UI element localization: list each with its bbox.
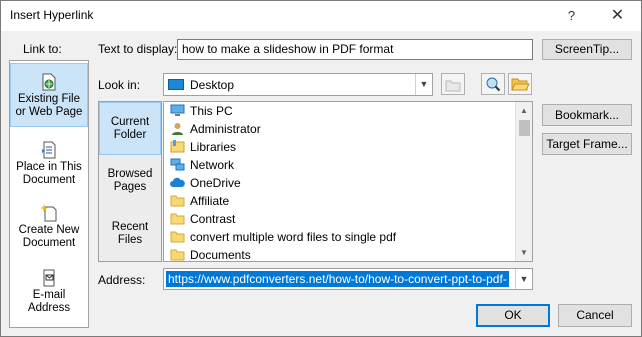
list-item[interactable]: Contrast xyxy=(168,210,508,228)
link-to-email-address[interactable]: E-mail Address xyxy=(10,263,88,327)
folder-icon xyxy=(170,212,185,225)
list-item[interactable]: Libraries xyxy=(168,138,508,156)
email-icon xyxy=(41,269,57,287)
look-in-label: Look in: xyxy=(98,78,141,92)
cancel-button[interactable]: Cancel xyxy=(558,304,632,327)
network-icon xyxy=(170,158,185,171)
text-to-display-input[interactable]: how to make a slideshow in PDF format xyxy=(177,39,533,60)
link-to-label-2: Place in This Document xyxy=(16,161,82,186)
scroll-up-icon[interactable]: ▲ xyxy=(516,102,532,119)
folder-up-icon xyxy=(442,80,464,97)
folder-icon xyxy=(170,248,185,261)
address-value[interactable]: https://www.pdfconverters.net/how-to/how… xyxy=(166,271,509,287)
address-label: Address: xyxy=(98,273,146,287)
link-to-label-4: E-mail Address xyxy=(27,289,71,314)
close-button[interactable]: ✕ xyxy=(595,1,640,31)
address-combobox[interactable]: https://www.pdfconverters.net/how-to/how… xyxy=(163,268,533,290)
browse-nav-pane: Current Folder Browsed Pages Recent Files xyxy=(98,101,162,262)
folder-icon xyxy=(170,230,185,243)
screentip-button[interactable]: ScreenTip... xyxy=(542,39,632,60)
scrollbar-thumb[interactable] xyxy=(519,120,530,136)
link-to-label-1: Existing File or Web Page xyxy=(15,93,83,118)
user-icon xyxy=(170,122,185,135)
nav-recent-files[interactable]: Recent Files xyxy=(99,208,161,261)
browse-file-button[interactable] xyxy=(508,73,532,95)
nav-browsed-pages[interactable]: Browsed Pages xyxy=(99,155,161,208)
chevron-down-icon[interactable]: ▼ xyxy=(415,74,432,95)
link-to-pane: Existing File or Web Page Place in This Do… xyxy=(9,60,89,328)
folder-open-icon xyxy=(509,78,531,97)
list-item[interactable]: convert multiple word files to single pd… xyxy=(168,228,508,246)
ok-button[interactable]: OK xyxy=(476,304,550,327)
browse-web-button[interactable] xyxy=(481,73,505,95)
link-to-existing-file[interactable]: Existing File or Web Page xyxy=(10,63,88,127)
link-to-create-new-document[interactable]: Create New Document xyxy=(10,199,88,263)
libraries-icon xyxy=(170,140,185,153)
chevron-down-icon[interactable]: ▼ xyxy=(515,269,532,289)
text-to-display-label: Text to display: xyxy=(98,42,178,56)
list-item[interactable]: Affiliate xyxy=(168,192,508,210)
nav-current-folder[interactable]: Current Folder xyxy=(99,102,161,155)
list-item[interactable]: Network xyxy=(168,156,508,174)
file-list[interactable]: This PC Administrator Libraries Network … xyxy=(163,101,533,262)
computer-icon xyxy=(170,104,185,117)
link-to-place-in-document[interactable]: Place in This Document xyxy=(10,135,88,199)
link-to-label: Link to: xyxy=(23,42,62,56)
new-document-icon xyxy=(40,204,57,222)
target-frame-button[interactable]: Target Frame... xyxy=(542,133,632,155)
list-item[interactable]: Administrator xyxy=(168,120,508,138)
globe-search-icon xyxy=(482,77,504,97)
list-item[interactable]: Documents xyxy=(168,246,508,261)
look-in-value: Desktop xyxy=(190,78,235,92)
window-title: Insert Hyperlink xyxy=(10,8,94,22)
bookmark-button[interactable]: Bookmark... xyxy=(542,104,632,126)
scroll-down-icon[interactable]: ▼ xyxy=(516,244,532,261)
link-to-label-3: Create New Document xyxy=(18,224,80,249)
folder-icon xyxy=(170,194,185,207)
list-item[interactable]: This PC xyxy=(168,102,508,120)
list-item[interactable]: OneDrive xyxy=(168,174,508,192)
globe-file-icon xyxy=(41,73,57,91)
help-button[interactable]: ? xyxy=(549,1,594,31)
file-list-scrollbar[interactable]: ▲ ▼ xyxy=(515,102,532,261)
title-bar: Insert Hyperlink ? ✕ xyxy=(1,1,641,31)
cloud-icon xyxy=(170,176,185,189)
desktop-icon xyxy=(168,79,184,90)
insert-hyperlink-dialog: Insert Hyperlink ? ✕ Link to: Existing F… xyxy=(0,0,642,337)
up-folder-button[interactable] xyxy=(441,73,465,95)
document-place-icon xyxy=(41,141,57,159)
look-in-combobox[interactable]: Desktop ▼ xyxy=(163,73,433,96)
